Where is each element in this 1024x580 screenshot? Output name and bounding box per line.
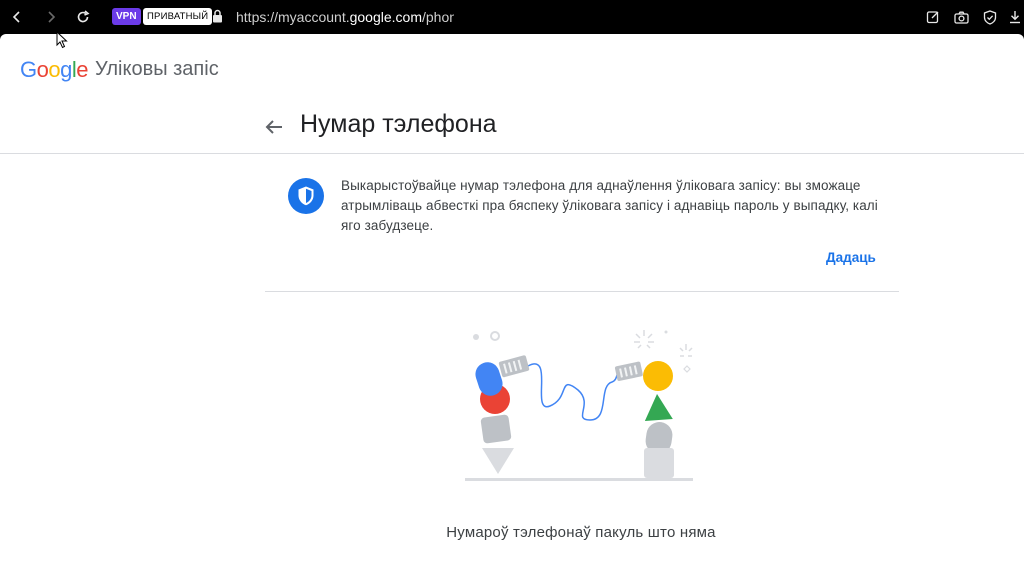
screenshot-button[interactable] [952,8,970,26]
shield-check-button[interactable] [981,8,999,26]
download-button[interactable] [1006,8,1024,26]
security-shield-icon [288,178,324,214]
account-title[interactable]: Уліковы запіс [95,58,219,81]
private-mode-badge: ПРИВАТНЫЙ [143,8,213,25]
address-bar[interactable]: https://myaccount.google.com/phone? [236,8,454,26]
chevron-left-icon [12,11,20,23]
vpn-badge[interactable]: VPN [112,8,141,25]
browser-toolbar: VPN ПРИВАТНЫЙ https://myaccount.google.c… [0,0,1024,34]
edit-button[interactable] [924,8,942,26]
empty-state-message: Нумароў тэлефонаў пакуль што няма [446,524,716,541]
add-phone-button[interactable]: Дадаць [826,250,876,265]
camera-icon [953,11,969,24]
account-header: Google Уліковы запіс [0,34,1024,104]
google-logo[interactable]: Google [20,57,89,83]
page-header: Нумар тэлефона [0,104,1024,154]
empty-state-illustration [465,330,693,481]
url-domain: google.com [349,9,422,25]
download-icon [1010,11,1020,24]
arrow-left-icon [265,120,282,134]
reload-icon [77,10,90,23]
url-prefix: https://myaccount. [236,9,350,25]
back-button[interactable] [6,6,28,28]
back-arrow-button[interactable] [262,115,286,139]
shield-check-icon [983,9,997,25]
divider [265,291,899,292]
reload-button[interactable] [72,6,94,28]
lock-icon[interactable] [212,9,223,28]
page-content: Google Уліковы запіс Нумар тэлефона Выка… [0,34,1024,580]
chevron-right-icon [48,11,56,23]
edit-icon [926,11,939,24]
forward-button[interactable] [40,6,62,28]
url-suffix: /phone? [422,9,454,25]
phone-info-description: Выкарыстоўвайце нумар тэлефона для аднаў… [341,178,878,233]
page-title: Нумар тэлефона [300,110,497,138]
mouse-cursor-icon [56,31,68,49]
